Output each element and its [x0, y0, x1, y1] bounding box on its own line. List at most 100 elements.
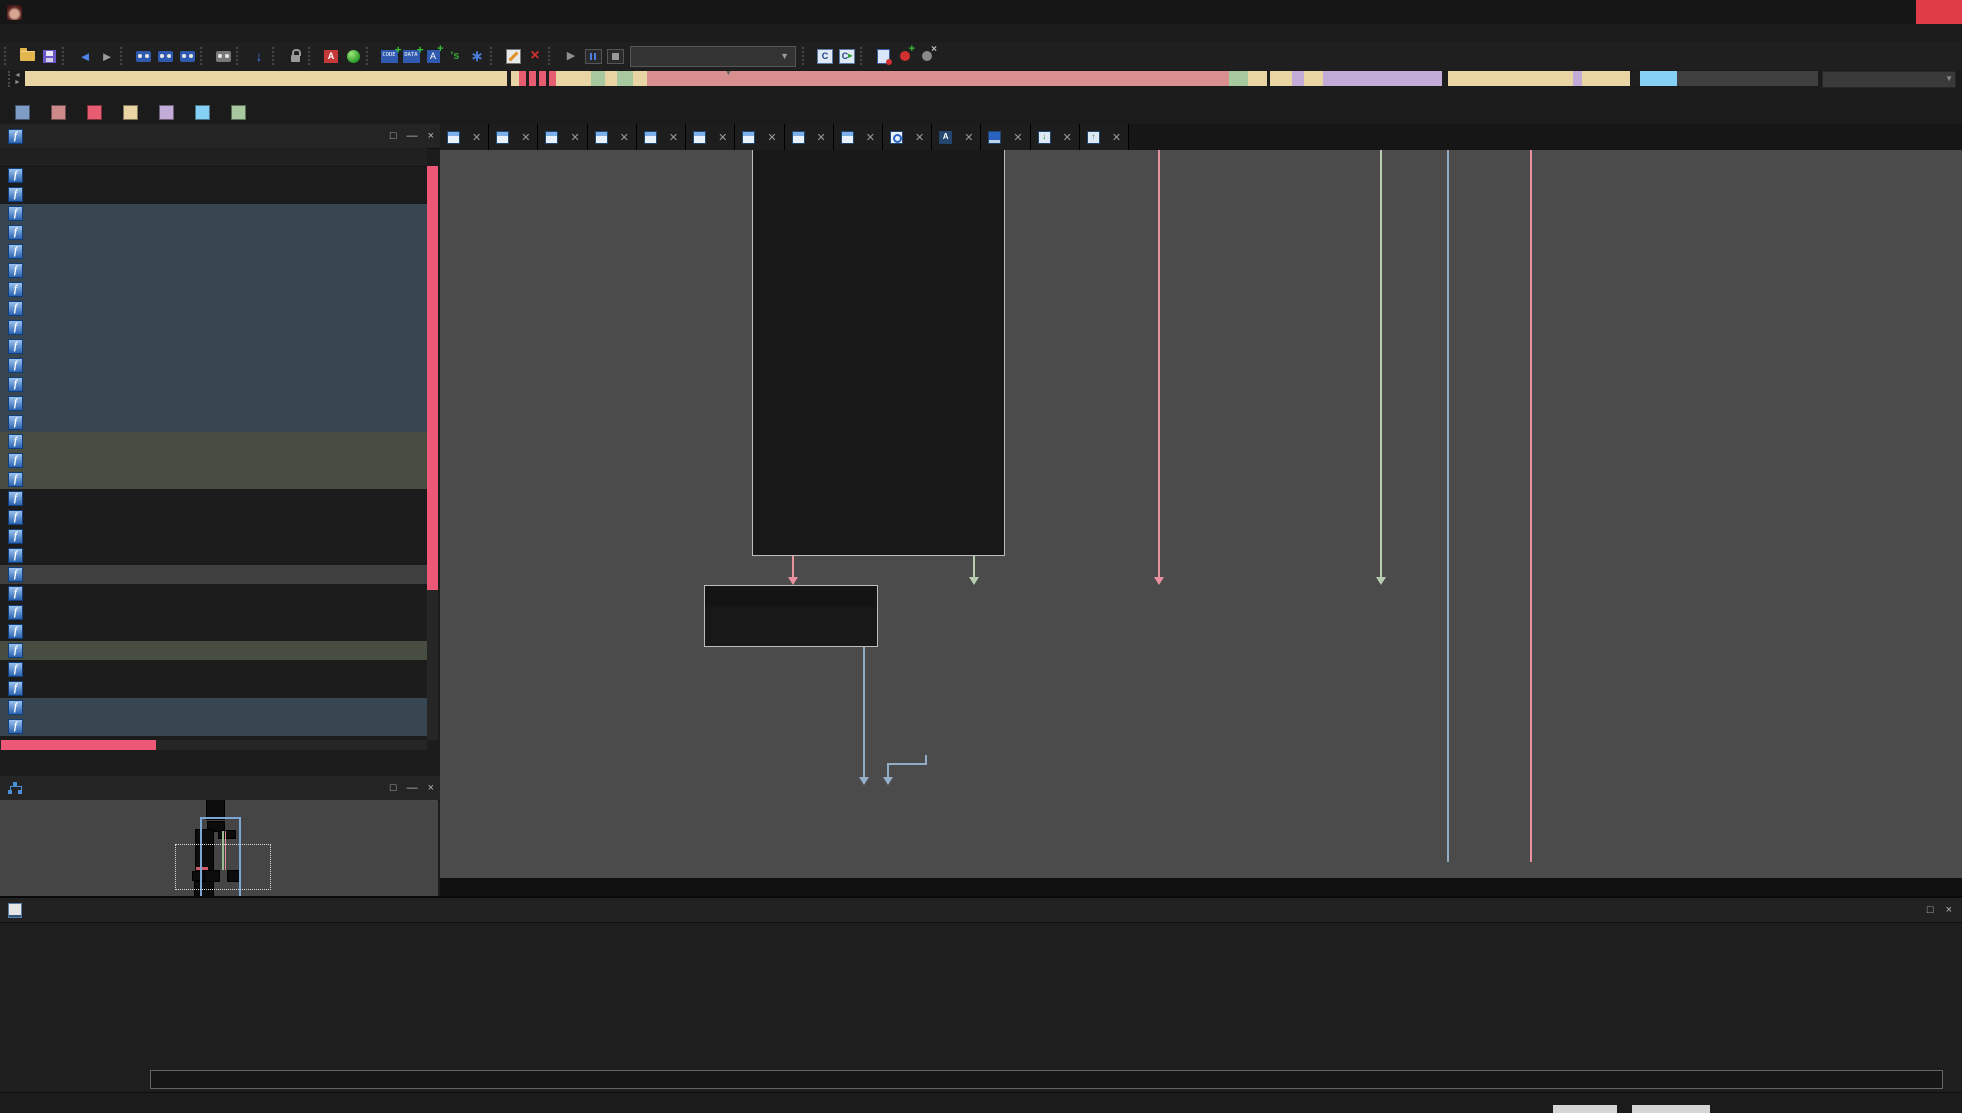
band-segment-tan[interactable]	[633, 71, 647, 86]
band-segment-tan[interactable]	[605, 71, 617, 86]
tab-close-icon[interactable]: ✕	[472, 131, 481, 144]
tab-enums[interactable]: ✕	[981, 124, 1030, 150]
panel-close-icon[interactable]: ×	[428, 130, 434, 142]
table-row[interactable]: f	[0, 451, 427, 470]
undefine-icon[interactable]: ×	[525, 47, 545, 65]
tab-ex-view-1[interactable]: ✕	[883, 124, 932, 150]
panel-minimize-icon[interactable]: —	[407, 130, 418, 142]
debugger-start-icon[interactable]: ▶	[561, 47, 581, 65]
panel-maximize-icon[interactable]: □	[390, 130, 397, 142]
analysis-warning-icon[interactable]: A	[321, 47, 341, 65]
band-segment-green[interactable]	[591, 71, 605, 86]
edit-icon[interactable]	[503, 47, 523, 65]
band-zoom-control[interactable]: ▼	[1822, 71, 1956, 88]
tab-close-icon[interactable]: ✕	[817, 131, 826, 144]
table-row[interactable]: f	[0, 337, 427, 356]
table-row[interactable]: f	[0, 489, 427, 508]
binoculars-icon[interactable]	[213, 47, 233, 65]
tab-seudocode-d[interactable]: ✕	[637, 124, 686, 150]
functions-hscrollbar[interactable]	[0, 740, 427, 750]
menu-lumina[interactable]	[124, 32, 144, 34]
tab-seudocode-c[interactable]: ✕	[588, 124, 637, 150]
table-row[interactable]: f	[0, 660, 427, 679]
table-row[interactable]: f	[0, 280, 427, 299]
menu-debugger[interactable]	[104, 32, 124, 34]
band-segment-tan[interactable]	[1448, 71, 1573, 86]
table-row[interactable]: f	[0, 204, 427, 223]
tab-close-icon[interactable]: ✕	[570, 131, 579, 144]
menu-edit[interactable]	[24, 32, 44, 34]
band-segment-tan[interactable]	[1304, 71, 1323, 86]
tab-close-icon[interactable]: ✕	[767, 131, 776, 144]
table-row[interactable]: f	[0, 584, 427, 603]
table-row[interactable]: f	[0, 394, 427, 413]
tab-imports[interactable]: ↓✕	[1031, 124, 1080, 150]
menu-help[interactable]	[184, 32, 204, 34]
band-segment-red[interactable]	[529, 71, 536, 86]
save-icon[interactable]	[39, 47, 59, 65]
debugger-stop-icon[interactable]	[605, 47, 625, 65]
search-value-icon[interactable]	[177, 47, 197, 65]
tab-close-icon[interactable]: ✕	[964, 131, 973, 144]
table-row[interactable]: f	[0, 527, 427, 546]
table-row[interactable]: f	[0, 603, 427, 622]
band-segment-tan[interactable]	[1582, 71, 1630, 86]
table-row[interactable]: f	[0, 166, 427, 185]
band-segment-tan[interactable]	[556, 71, 591, 86]
table-row[interactable]: f	[0, 299, 427, 318]
tab-seudocode-h[interactable]: ✕	[834, 124, 883, 150]
tab-close-icon[interactable]: ✕	[620, 131, 629, 144]
band-segment-tan[interactable]	[511, 71, 519, 86]
tab-seudocode-g[interactable]: ✕	[785, 124, 834, 150]
make-array-icon[interactable]: ∗	[467, 47, 487, 65]
address-band[interactable]	[25, 71, 1818, 86]
band-arrow-right-icon[interactable]: ►	[14, 79, 21, 86]
overview-viewport[interactable]	[175, 844, 271, 890]
band-drag-handle[interactable]	[8, 71, 10, 87]
panel-maximize-icon[interactable]: □	[390, 782, 397, 794]
panel-close-icon[interactable]: ×	[1946, 904, 1952, 916]
debugger-pause-icon[interactable]	[583, 47, 603, 65]
tab-close-icon[interactable]: ✕	[521, 131, 530, 144]
graph-overview-map[interactable]	[0, 800, 438, 896]
table-row[interactable]: f	[0, 508, 427, 527]
table-row[interactable]: f	[0, 717, 427, 736]
make-code-icon[interactable]: CODE	[379, 47, 399, 65]
table-row[interactable]: f	[0, 318, 427, 337]
tab-da-view-a[interactable]: ✕	[440, 124, 489, 150]
output-window-titlebar[interactable]: □ ×	[0, 898, 1962, 923]
table-row[interactable]: f	[0, 698, 427, 717]
tab-close-icon[interactable]: ✕	[1112, 131, 1121, 144]
breakpoint-list-icon[interactable]	[873, 47, 893, 65]
menu-options[interactable]	[144, 32, 164, 34]
tab-seudocode-f[interactable]: ✕	[735, 124, 784, 150]
search-text-icon[interactable]	[155, 47, 175, 65]
table-row[interactable]: f	[0, 546, 427, 565]
open-file-icon[interactable]	[17, 47, 37, 65]
table-row[interactable]: f	[0, 185, 427, 204]
scrollbar-thumb[interactable]	[427, 166, 438, 590]
band-segment-green[interactable]	[617, 71, 633, 86]
band-segment-red[interactable]	[519, 71, 526, 86]
graph-canvas[interactable]	[440, 150, 1962, 878]
band-segment-red[interactable]	[539, 71, 546, 86]
lock-icon[interactable]	[285, 47, 305, 65]
band-segment-purple[interactable]	[1323, 71, 1442, 86]
functions-window-titlebar[interactable]: f □ — ×	[0, 124, 440, 149]
scrollbar-thumb[interactable]	[1, 740, 156, 750]
band-segment-purple[interactable]	[1573, 71, 1582, 86]
make-data-icon[interactable]: DATA	[401, 47, 421, 65]
band-segment-tan[interactable]	[1270, 71, 1292, 86]
table-row[interactable]: f	[0, 356, 427, 375]
band-segment-red[interactable]	[549, 71, 556, 86]
panel-maximize-icon[interactable]: □	[1927, 904, 1934, 916]
menu-file[interactable]	[4, 32, 24, 34]
navigate-back-icon[interactable]: ◄	[75, 47, 95, 65]
add-breakpoint-icon[interactable]	[895, 47, 915, 65]
menu-view[interactable]	[84, 32, 104, 34]
menu-jump[interactable]	[44, 32, 64, 34]
debugger-select[interactable]: ▼	[630, 46, 796, 67]
panel-minimize-icon[interactable]: —	[407, 782, 418, 794]
tab-exports[interactable]: ↑✕	[1080, 124, 1129, 150]
search-code-icon[interactable]	[133, 47, 153, 65]
